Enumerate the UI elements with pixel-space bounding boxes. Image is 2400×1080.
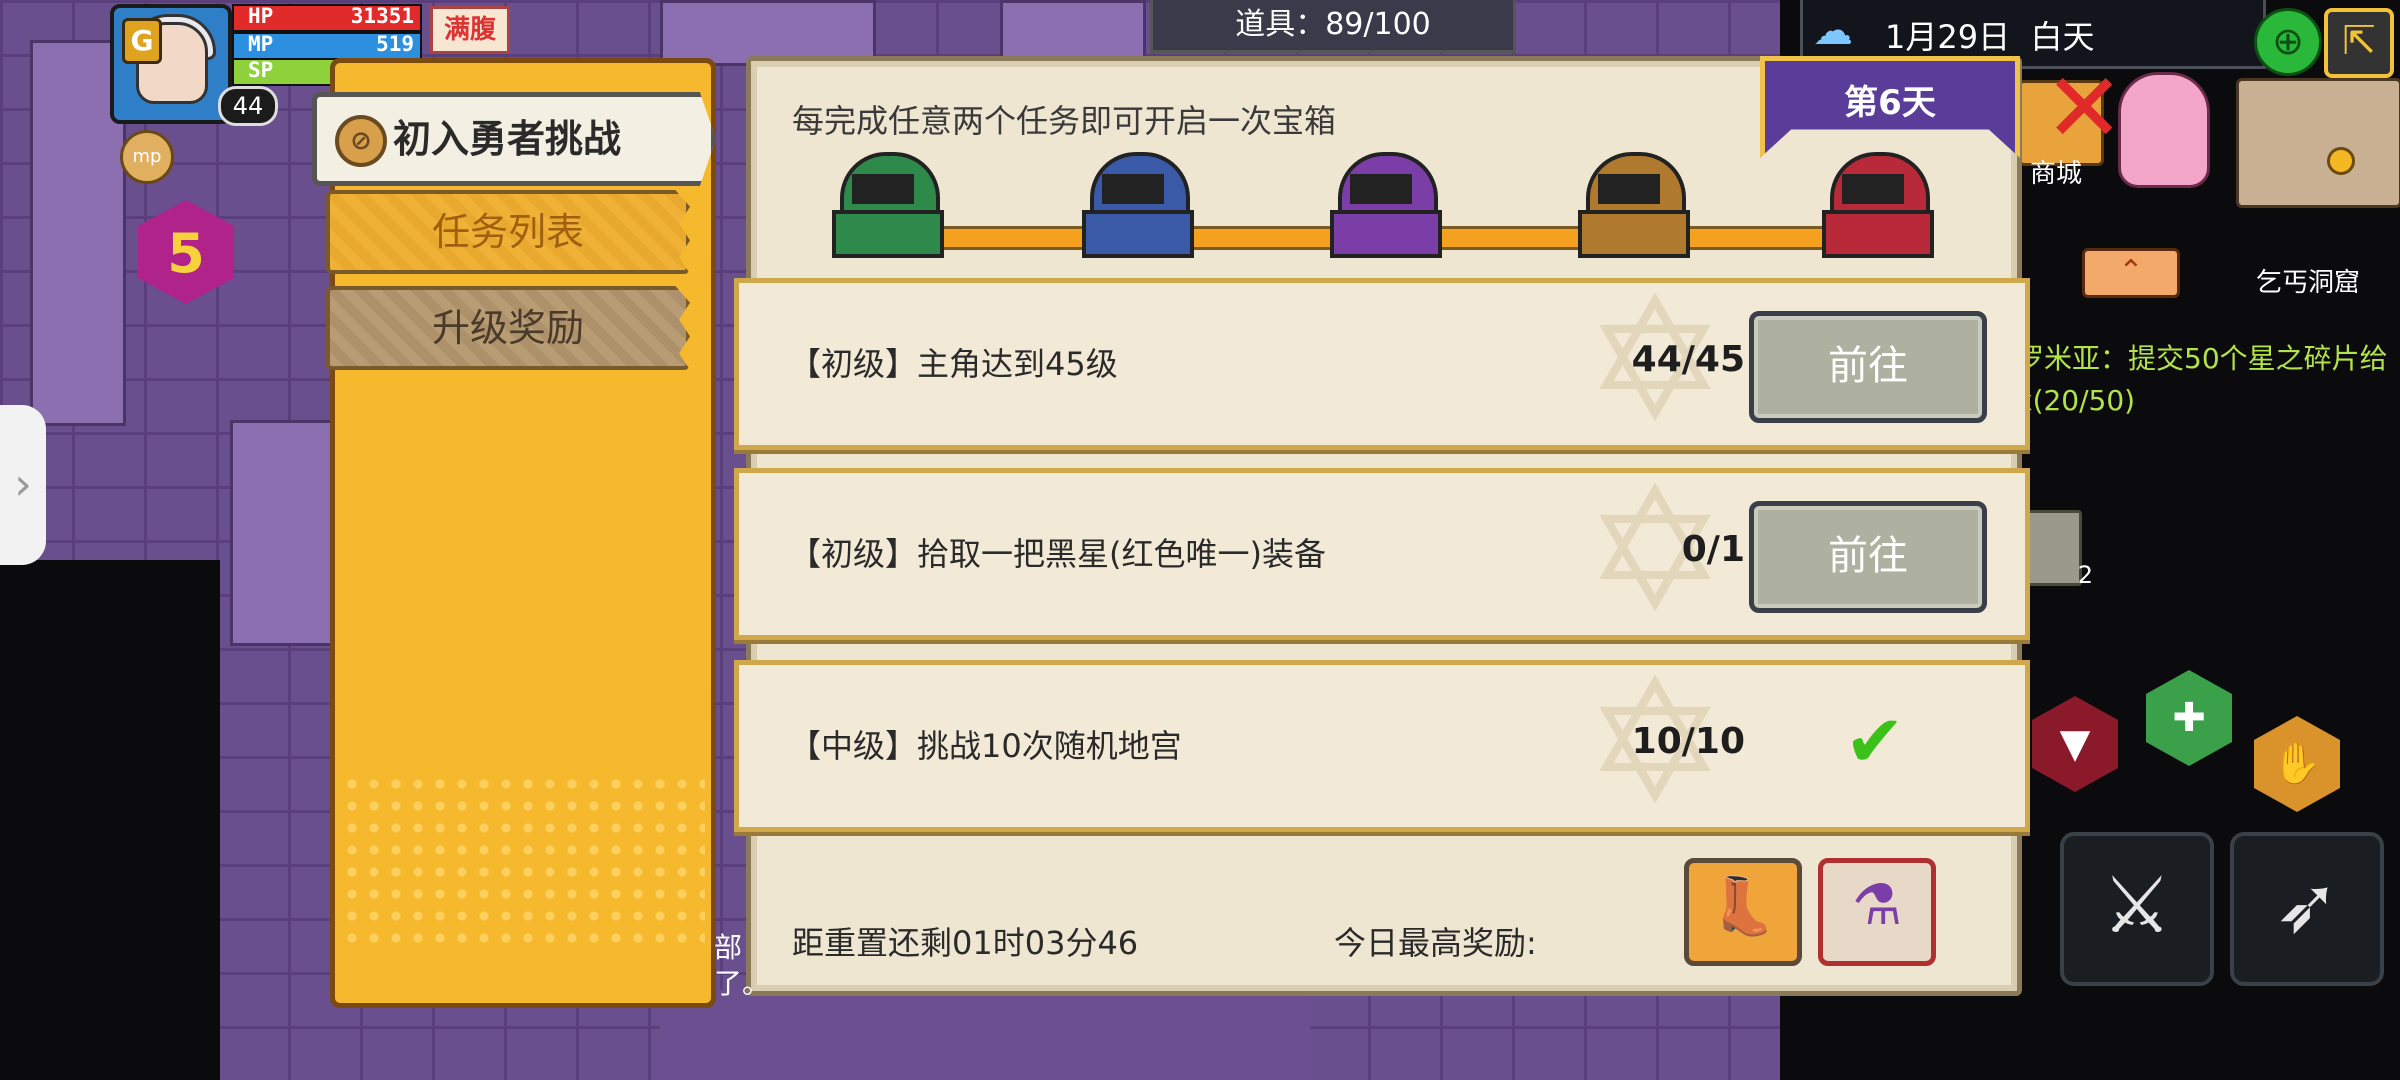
treasure-chest-icon[interactable] — [1578, 152, 1690, 258]
mp-label: MP — [248, 32, 274, 56]
time-of-day: 白天 — [2030, 18, 2095, 56]
challenge-emblem-icon: ⊘ — [335, 115, 387, 167]
treasure-chest-icon[interactable] — [1822, 152, 1934, 258]
chest-opening — [852, 174, 914, 204]
chest-opening — [1842, 174, 1904, 204]
chest-opening — [1350, 174, 1412, 204]
treasure-chest-icon[interactable] — [1082, 152, 1194, 258]
sword-attack-button[interactable]: ⚔ — [2060, 832, 2214, 986]
treasure-chest-icon[interactable] — [1330, 152, 1442, 258]
task-row: ✡ 【中级】挑战10次随机地宫 10/10 ✔ — [734, 658, 2030, 832]
chest-instruction: 每完成任意两个任务即可开启一次宝箱 — [792, 102, 1337, 140]
mp-coin-icon[interactable]: mp — [120, 130, 174, 184]
tab-upgrade-rewards[interactable]: 升级奖励 — [326, 286, 690, 370]
challenge-title-tab[interactable]: ⊘ 初入勇者挑战 — [312, 92, 716, 186]
inventory-count: 道具：89/100 — [1150, 0, 1516, 53]
reset-countdown: 距重置还剩01时03分46 — [792, 924, 1139, 962]
reward-boots[interactable]: 👢 — [1684, 858, 1802, 966]
expand-up-button[interactable]: ⌃ — [2082, 248, 2180, 298]
side-drawer-handle[interactable]: › — [0, 405, 46, 565]
quest-line: x(20/50) — [2016, 384, 2136, 417]
task-row: ✡ 【初级】拾取一把黑星(红色唯一)装备 0/1 前往 — [734, 466, 2030, 640]
go-button[interactable]: 前往 — [1749, 501, 1987, 613]
challenge-title: 初入勇者挑战 — [393, 117, 622, 161]
task-label: 【初级】主角达到45级 — [789, 345, 1118, 383]
player-position-marker — [2327, 147, 2355, 175]
chest-base — [1330, 210, 1442, 258]
close-x-icon[interactable]: ✕ — [2044, 60, 2124, 156]
chat-line: 部 — [714, 931, 743, 964]
player-level: 44 — [218, 86, 278, 126]
hp-value: 31351 — [350, 4, 414, 28]
task-progress: 0/1 — [1681, 529, 1745, 570]
go-button[interactable]: 前往 — [1749, 311, 1987, 423]
tab-task-list[interactable]: 任务列表 — [326, 190, 690, 274]
task-label: 【初级】拾取一把黑星(红色唯一)装备 — [789, 535, 1326, 573]
npc-bunny-avatar[interactable] — [2118, 72, 2210, 188]
dark-area-left — [0, 560, 220, 1080]
task-label: 【中级】挑战10次随机地宫 — [789, 727, 1182, 765]
mp-bar: MP 519 — [232, 32, 422, 60]
chat-line: 了。 — [714, 967, 771, 1000]
chest-opening — [1102, 174, 1164, 204]
reward-label: 今日最高奖励: — [1334, 924, 1537, 962]
sp-label: SP — [248, 58, 274, 82]
chest-opening — [1598, 174, 1660, 204]
boots-icon: 👢 — [1708, 874, 1778, 939]
floor-level-number: 5 — [167, 222, 205, 285]
task-row: ✡ 【初级】主角达到45级 44/45 前往 — [734, 276, 2030, 450]
quest-tracker[interactable]: 罗米亚：提交50个星之碎片给 x(20/50) — [2016, 338, 2388, 422]
reward-potion[interactable]: ⚗ — [1818, 858, 1936, 966]
minimap[interactable] — [2236, 78, 2400, 208]
date-text: 1月29日 — [1885, 18, 2011, 56]
hp-label: HP — [248, 4, 274, 28]
treasure-chest-icon[interactable] — [832, 152, 944, 258]
weather-cloud-icon: ☁ — [1813, 8, 1853, 54]
player-avatar[interactable]: G — [110, 4, 232, 124]
location-name: 乞丐洞窟 — [2256, 268, 2361, 298]
item-count: 2 — [2077, 561, 2093, 589]
day-label: 第6天 — [1844, 83, 1936, 123]
chest-base — [1082, 210, 1194, 258]
status-badge: 满腹 — [430, 6, 510, 54]
decorative-pattern — [341, 773, 705, 943]
chest-base — [1578, 210, 1690, 258]
completed-check-icon: ✔ — [1844, 699, 1905, 783]
dungeon-floor-bottom — [660, 990, 1310, 1080]
exit-icon[interactable]: ⇱ — [2324, 8, 2394, 78]
task-progress: 44/45 — [1631, 339, 1745, 380]
quick-item-slot[interactable]: 2 — [2022, 510, 2093, 589]
bow-attack-button[interactable]: ➶ — [2230, 832, 2384, 986]
dungeon-wall — [230, 420, 336, 646]
guild-g-icon: G — [122, 18, 162, 64]
chest-base — [1822, 210, 1934, 258]
task-progress: 10/10 — [1631, 721, 1745, 762]
chest-base — [832, 210, 944, 258]
quest-line: 罗米亚：提交50个星之碎片给 — [2016, 342, 2388, 375]
network-globe-icon[interactable]: ⊕ — [2254, 8, 2322, 76]
potion-icon: ⚗ — [1851, 873, 1903, 938]
mp-value: 519 — [376, 32, 414, 56]
chat-tip: 部 了。 — [714, 930, 770, 1002]
hp-bar: HP 31351 — [232, 4, 422, 32]
